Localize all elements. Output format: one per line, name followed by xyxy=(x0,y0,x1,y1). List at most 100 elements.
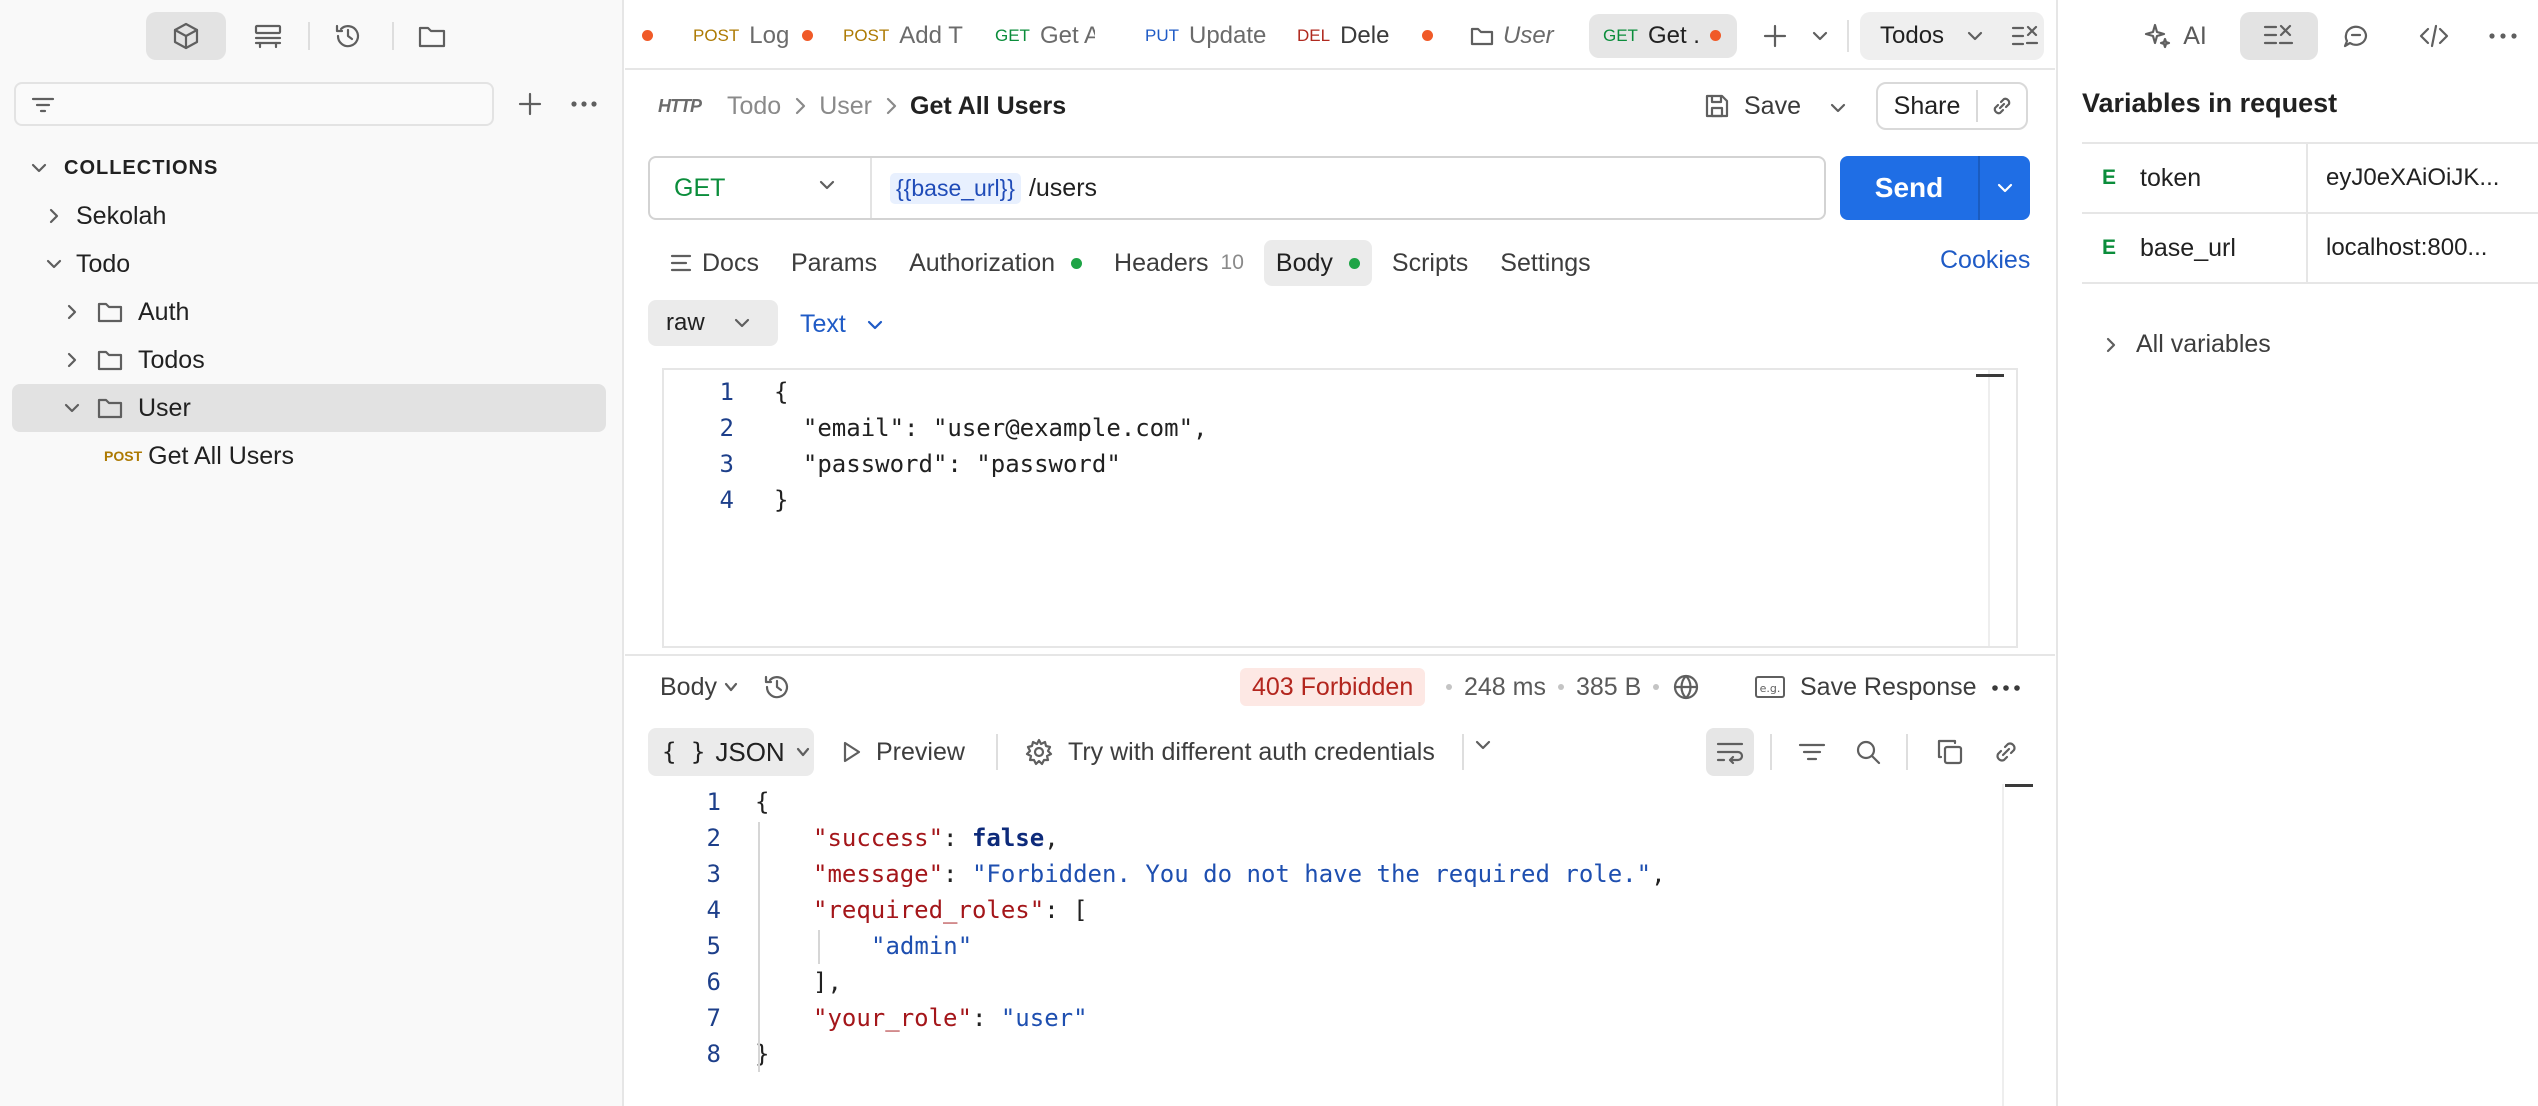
variables-button[interactable] xyxy=(2240,12,2318,60)
new-collection-button[interactable] xyxy=(512,86,548,122)
save-options-button[interactable] xyxy=(1822,92,1854,124)
environments-icon[interactable] xyxy=(228,12,308,60)
filter-input[interactable] xyxy=(66,84,466,124)
variable-value[interactable]: localhost:800... xyxy=(2308,234,2487,262)
globe-icon[interactable] xyxy=(1671,672,1701,702)
send-button[interactable]: Send xyxy=(1840,156,2030,220)
tab-body[interactable]: Body xyxy=(1263,240,1372,286)
active-dot xyxy=(1071,257,1083,269)
folder-icon[interactable] xyxy=(392,12,472,60)
request-tab[interactable]: DEL Dele xyxy=(1297,14,1447,58)
tab-method: POST xyxy=(843,26,890,45)
body-type-select[interactable]: Text xyxy=(800,310,884,339)
copy-response-button[interactable] xyxy=(1926,728,1974,776)
collections-header[interactable]: COLLECTIONS xyxy=(30,152,218,184)
code-line: 4 "required_roles": [ xyxy=(706,896,1088,924)
tab-authorization[interactable]: Authorization xyxy=(897,240,1094,286)
url-input[interactable]: {{base_url}} /users xyxy=(872,172,1097,204)
request-tab[interactable]: GET Get All xyxy=(995,14,1095,58)
comment-icon xyxy=(2343,25,2368,48)
page-title[interactable]: Get All Users xyxy=(910,92,1066,121)
wrap-lines-button[interactable] xyxy=(1706,728,1754,776)
copy-link-icon[interactable] xyxy=(1978,93,2026,119)
response-scroll-thumb[interactable] xyxy=(2005,784,2033,787)
environment-select[interactable]: Todos xyxy=(1860,12,2044,60)
search-response-button[interactable] xyxy=(1844,728,1892,776)
all-variables-toggle[interactable]: All variables xyxy=(2104,330,2271,359)
tree-item-todo[interactable]: Todo xyxy=(12,240,606,288)
editor-scroll-thumb[interactable] xyxy=(1976,374,2004,377)
more-icon xyxy=(2489,33,2517,39)
right-panel-more-button[interactable] xyxy=(2468,12,2538,60)
variables-table: E token eyJ0eXAiOiJK... E base_url local… xyxy=(2082,142,2538,284)
try-auth-options[interactable] xyxy=(1474,736,1492,754)
tree-item-todos[interactable]: Todos xyxy=(12,336,606,384)
chevron-down-icon[interactable] xyxy=(1980,179,2030,197)
folder-icon xyxy=(96,348,124,372)
method-select[interactable]: GET xyxy=(650,158,872,218)
status-badge[interactable]: 403 Forbidden xyxy=(1240,668,1426,706)
editor-scrollbar[interactable] xyxy=(1988,370,1990,646)
variable-value[interactable]: eyJ0eXAiOiJK... xyxy=(2308,164,2499,192)
folder-icon xyxy=(96,396,124,420)
url-variable[interactable]: {{base_url}} xyxy=(890,172,1021,204)
request-tab-folder[interactable]: User xyxy=(1469,14,1589,58)
response-format-select[interactable]: { } JSON xyxy=(648,728,814,776)
tab-params[interactable]: Params xyxy=(779,240,889,286)
response-divider[interactable] xyxy=(625,654,2055,656)
tab-headers[interactable]: Headers 10 xyxy=(1102,240,1256,286)
tab-docs[interactable]: Docs xyxy=(658,240,771,286)
request-tabs: Docs Params Authorization Headers 10 Bod… xyxy=(658,238,1611,288)
code-icon xyxy=(2419,24,2449,48)
tree-label: Todos xyxy=(138,345,205,374)
request-tab[interactable]: PUT Update xyxy=(1145,14,1283,58)
sidebar-more-button[interactable] xyxy=(564,86,604,122)
response-scrollbar[interactable] xyxy=(2002,784,2004,1106)
variable-name: base_url xyxy=(2140,214,2308,282)
body-mode-select[interactable]: raw xyxy=(648,300,778,346)
comments-button[interactable] xyxy=(2316,12,2396,60)
share-button[interactable]: Share xyxy=(1876,82,2028,130)
folder-icon xyxy=(1470,27,1494,46)
tree-item-sekolah[interactable]: Sekolah xyxy=(12,192,606,240)
response-size[interactable]: 385 B xyxy=(1576,673,1641,702)
ai-button[interactable]: AI xyxy=(2130,12,2220,60)
tab-label: Get . xyxy=(1647,22,1700,49)
response-time[interactable]: 248 ms xyxy=(1464,673,1546,702)
request-tab-active[interactable]: GET Get . xyxy=(1589,14,1737,58)
history-icon[interactable] xyxy=(308,12,388,60)
unsaved-dot xyxy=(1710,30,1721,41)
try-auth-button[interactable]: Try with different auth credentials xyxy=(1024,732,1435,772)
tree-item-auth[interactable]: Auth xyxy=(12,288,606,336)
tab-scripts[interactable]: Scripts xyxy=(1380,240,1480,286)
breadcrumb-folder[interactable]: User xyxy=(819,92,872,121)
copy-link-button[interactable] xyxy=(1982,728,2030,776)
filter-response-button[interactable] xyxy=(1788,728,1836,776)
new-tab-button[interactable] xyxy=(1755,14,1795,58)
tree-item-get-all-users[interactable]: POST Get All Users xyxy=(12,432,606,480)
request-tab[interactable] xyxy=(625,14,655,58)
collections-cube-icon[interactable] xyxy=(146,12,226,60)
request-tab[interactable]: POST Add T xyxy=(843,14,983,58)
filter-search[interactable] xyxy=(14,82,494,126)
cookies-link[interactable]: Cookies xyxy=(1940,246,2030,275)
response-body-viewer[interactable]: 1{ 2 "success": false, 3 "message": "Forbi… xyxy=(625,784,2033,1106)
tree-item-user[interactable]: User xyxy=(12,384,606,432)
variable-row[interactable]: E token eyJ0eXAiOiJK... xyxy=(2082,144,2538,214)
history-icon xyxy=(764,675,789,699)
code-line: 2 "email": "user@example.com", xyxy=(719,414,1208,442)
breadcrumb-collection[interactable]: Todo xyxy=(727,92,781,121)
request-body-editor[interactable]: 1{ 2 "email": "user@example.com", 3 "pas… xyxy=(662,368,2018,648)
save-button[interactable]: Save xyxy=(1702,86,1801,126)
response-view-select[interactable]: Body xyxy=(660,668,793,706)
tab-label: Update xyxy=(1189,22,1267,49)
save-response-button[interactable]: e.g. Save Response xyxy=(1754,668,1977,706)
preview-button[interactable]: Preview xyxy=(838,732,965,772)
code-button[interactable] xyxy=(2394,12,2474,60)
variable-row[interactable]: E base_url localhost:800... xyxy=(2082,214,2538,284)
tab-settings[interactable]: Settings xyxy=(1488,240,1602,286)
tab-overflow-button[interactable] xyxy=(1805,14,1835,58)
code-line: 1{ xyxy=(706,788,770,816)
response-more-button[interactable] xyxy=(1988,674,2024,702)
request-tab[interactable]: POST Log xyxy=(693,14,813,58)
